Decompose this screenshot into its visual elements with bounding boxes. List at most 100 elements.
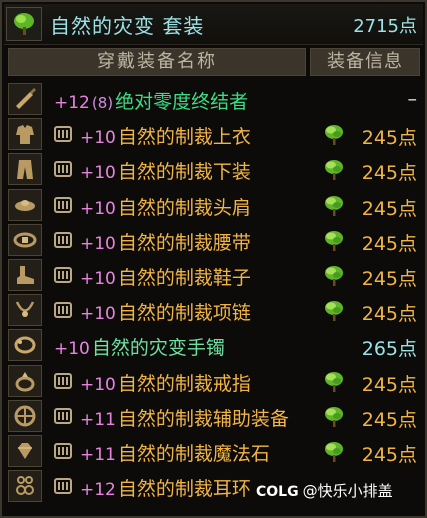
item-score: 245点 <box>361 408 417 431</box>
equipment-slot <box>8 83 42 115</box>
item-name-label: 自然的制裁上衣 <box>117 126 251 149</box>
bracelet-icon <box>14 336 36 354</box>
item-score: 245点 <box>361 197 417 220</box>
subequip-icon <box>14 405 36 427</box>
watermark: COLG @快乐小排盖 <box>256 480 424 504</box>
seal-icon <box>54 478 72 495</box>
equipment-slot <box>8 223 42 256</box>
item-name: +10 自然的制裁上衣 <box>80 122 251 149</box>
item-name-label: 自然的制裁戒指 <box>117 372 251 395</box>
item-reinforce: +10 <box>80 233 116 254</box>
item-tune-level: (8) <box>91 94 114 112</box>
item-score: 265点 <box>361 338 417 361</box>
set-title-bar: 自然的灾变 套装 2715点 <box>4 4 423 45</box>
equipment-row[interactable]: +10 自然的制裁鞋子 245点 <box>8 258 421 292</box>
set-title: 自然的灾变 套装 <box>50 14 205 38</box>
item-score: – <box>407 88 418 110</box>
set-score: 2715点 <box>353 16 417 37</box>
shoulder-icon <box>15 199 35 211</box>
leaf-tree-icon <box>325 442 343 462</box>
watermark-text: @快乐小排盖 <box>302 482 393 500</box>
equipment-row[interactable]: +10 自然的灾变手镯 265点 <box>8 328 421 362</box>
leaf-tree-icon <box>325 371 343 392</box>
item-name: +10 自然的灾变手镯 <box>54 333 225 360</box>
equipment-slot <box>8 399 42 432</box>
item-name-label: 自然的制裁耳环 <box>117 478 251 501</box>
item-score: 245点 <box>361 303 417 326</box>
equipment-row[interactable]: +10 自然的制裁项链 245点 <box>8 293 421 327</box>
item-score: 245点 <box>361 232 417 255</box>
item-name-label: 绝对零度终结者 <box>115 91 249 113</box>
equipment-slot <box>8 364 42 397</box>
equipment-slot <box>8 259 42 291</box>
seal-icon <box>54 126 72 143</box>
item-name-label: 自然的制裁辅助装备 <box>117 407 289 430</box>
seal-icon <box>54 267 72 283</box>
item-reinforce: +12 <box>54 93 90 113</box>
column-header-name: 穿戴装备名称 <box>8 48 306 76</box>
equipment-row[interactable]: +11 自然的制裁魔法石 245点 <box>8 434 421 468</box>
leaf-tree-icon <box>325 160 343 181</box>
seal-icon <box>54 302 72 319</box>
weapon-icon <box>16 88 36 109</box>
item-score: 245点 <box>361 127 417 150</box>
leaf-tree-icon <box>325 301 343 322</box>
top-armor-icon <box>16 125 34 145</box>
item-score: 245点 <box>361 162 417 185</box>
item-score: 245点 <box>361 373 417 396</box>
item-name: +10 自然的制裁鞋子 <box>80 263 251 290</box>
watermark-brand: COLG <box>256 484 299 500</box>
equipment-row[interactable]: +10 自然的制裁下装 245点 <box>8 152 421 186</box>
magic-stone-icon <box>18 443 32 459</box>
column-header-info: 装备信息 <box>310 48 420 76</box>
equipment-slot <box>8 294 42 327</box>
leaf-tree-icon <box>325 230 343 251</box>
leaf-tree-icon <box>325 266 343 286</box>
leaf-tree-icon <box>14 13 34 35</box>
item-name: +10 自然的制裁下装 <box>80 157 251 184</box>
seal-icon <box>54 231 72 248</box>
item-reinforce: +10 <box>80 374 116 395</box>
item-score: 245点 <box>361 268 417 290</box>
item-name-label: 自然的制裁魔法石 <box>117 443 270 465</box>
item-name: +11 自然的制裁魔法石 <box>80 439 270 466</box>
item-name: +10 自然的制裁戒指 <box>80 369 251 396</box>
item-reinforce: +10 <box>80 128 116 149</box>
equipment-row[interactable]: +10 自然的制裁头肩 245点 <box>8 188 421 222</box>
equipment-slot <box>8 188 42 221</box>
set-equipment-panel: 自然的灾变 套装 2715点 穿戴装备名称 装备信息 +12 (8) 绝对零度终结者… <box>0 0 427 518</box>
item-score: 245点 <box>361 444 417 466</box>
item-name-label: 自然的制裁鞋子 <box>117 267 251 289</box>
ring-icon <box>15 371 35 392</box>
seal-icon <box>54 407 72 424</box>
item-name: +10 自然的制裁头肩 <box>80 193 251 220</box>
equipment-row[interactable]: +10 自然的制裁腰带 245点 <box>8 223 421 257</box>
item-name-label: 自然的制裁腰带 <box>117 231 251 254</box>
earring-icon <box>16 476 34 496</box>
equipment-slot <box>8 118 42 151</box>
seal-icon <box>54 196 72 213</box>
leaf-tree-icon <box>325 125 343 146</box>
item-name: +12 (8) 绝对零度终结者 <box>54 87 248 114</box>
pants-icon <box>17 160 33 180</box>
equipment-row[interactable]: +12 (8) 绝对零度终结者 – <box>8 82 421 116</box>
item-name: +10 自然的制裁项链 <box>80 298 251 325</box>
equipment-row[interactable]: +10 自然的制裁上衣 245点 <box>8 117 421 151</box>
leaf-tree-icon <box>325 195 343 216</box>
equipment-slot <box>8 435 42 467</box>
item-name-label: 自然的制裁项链 <box>117 302 251 325</box>
item-reinforce: +11 <box>80 445 116 465</box>
item-name-label: 自然的制裁头肩 <box>117 196 251 219</box>
item-reinforce: +11 <box>80 409 116 430</box>
belt-icon <box>13 232 37 248</box>
set-emblem <box>6 7 42 41</box>
item-name-label: 自然的制裁下装 <box>117 161 251 184</box>
item-reinforce: +10 <box>54 339 90 360</box>
equipment-slot <box>8 153 42 186</box>
equipment-row[interactable]: +11 自然的制裁辅助装备 245点 <box>8 399 421 433</box>
item-reinforce: +10 <box>80 269 116 289</box>
item-name: +11 自然的制裁辅助装备 <box>80 404 289 431</box>
seal-icon <box>54 372 72 389</box>
equipment-row[interactable]: +10 自然的制裁戒指 245点 <box>8 364 421 398</box>
necklace-icon <box>15 301 35 318</box>
